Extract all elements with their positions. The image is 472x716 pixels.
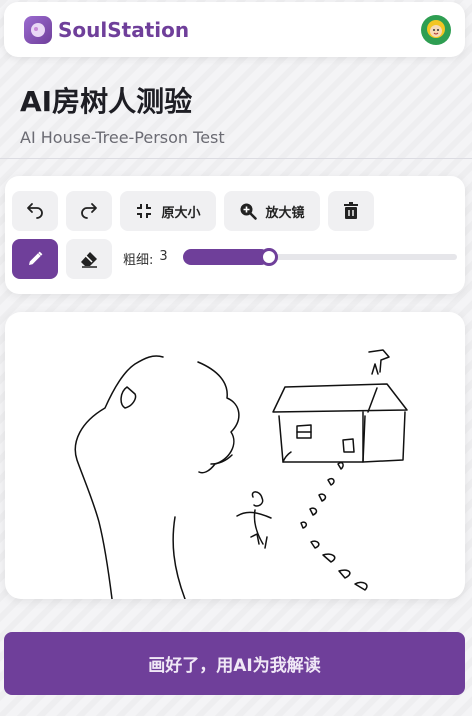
drawing-toolbar: 原大小 放大镜 粗细: 3 xyxy=(5,176,465,294)
fit-screen-icon xyxy=(137,204,152,218)
original-size-button[interactable]: 原大小 xyxy=(120,191,216,231)
redo-button[interactable] xyxy=(66,191,112,231)
app-header: SoulStation xyxy=(4,2,465,57)
avatar[interactable] xyxy=(421,14,451,45)
pencil-icon xyxy=(29,251,43,265)
brand-name: SoulStation xyxy=(58,17,190,42)
undo-icon xyxy=(27,203,43,219)
zoom-in-icon xyxy=(240,203,258,220)
thickness-label: 粗细: xyxy=(123,253,154,268)
drawing-canvas[interactable] xyxy=(5,312,465,599)
redo-icon xyxy=(81,203,97,219)
original-size-label: 原大小 xyxy=(161,205,201,221)
submit-analysis-button[interactable]: 画好了，用AI为我解读 xyxy=(4,632,465,695)
pen-tool-button[interactable] xyxy=(12,239,58,279)
eraser-icon xyxy=(81,252,97,268)
magnifier-button[interactable]: 放大镜 xyxy=(224,191,320,231)
thickness-value: 3 xyxy=(159,249,168,264)
sketch-drawing xyxy=(74,349,408,599)
delete-button[interactable] xyxy=(328,191,374,231)
page-subtitle: AI House-Tree-Person Test xyxy=(20,128,225,147)
slider-fill xyxy=(183,249,269,265)
magnifier-label: 放大镜 xyxy=(265,205,305,221)
logo-icon xyxy=(24,15,52,44)
thickness-label-group: 粗细: 3 xyxy=(123,249,168,268)
eraser-tool-button[interactable] xyxy=(66,239,112,279)
thickness-slider[interactable] xyxy=(183,248,457,266)
page-title: AI房树人测验 xyxy=(20,85,193,118)
trash-icon xyxy=(344,202,358,219)
slider-thumb[interactable] xyxy=(260,248,278,266)
divider xyxy=(0,158,472,159)
undo-button[interactable] xyxy=(12,191,58,231)
